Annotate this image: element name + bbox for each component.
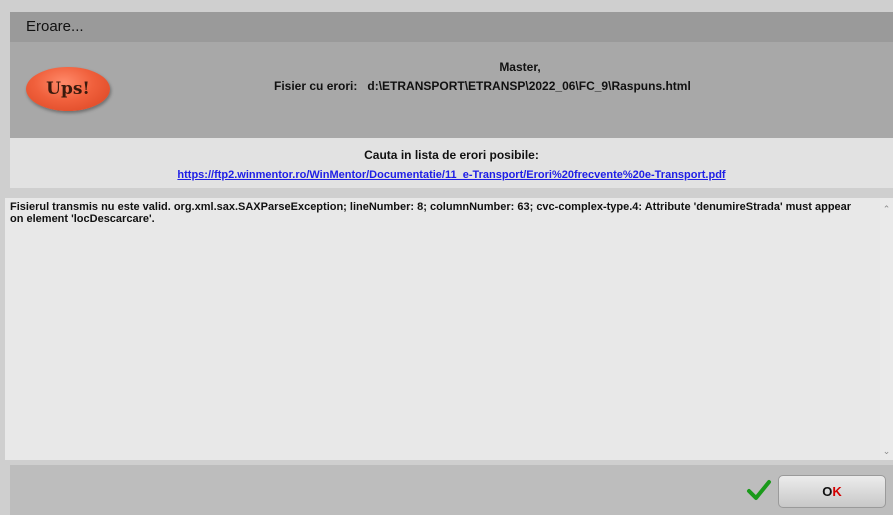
greeting-text: Master, [499,60,541,74]
message-lines: Master, Fisier cu erori: d:\ETRANSPORT\E… [260,60,780,93]
scroll-down-icon[interactable]: ⌄ [880,444,893,458]
footer-bar: OK [10,465,893,515]
ok-button[interactable]: OK [778,475,886,508]
error-dialog: Eroare... Ups! Master, Fisier cu erori: … [0,0,893,515]
error-message-box[interactable]: Fisierul transmis nu este valid. org.xml… [5,198,880,460]
ups-button[interactable]: Ups! [26,67,110,111]
ups-label: Ups! [46,79,90,99]
file-info: Fisier cu erori: d:\ETRANSPORT\ETRANSP\2… [260,79,780,93]
scroll-up-icon[interactable]: ⌃ [880,202,893,216]
vertical-scrollbar[interactable]: ⌃ ⌄ [880,198,893,460]
error-message: Fisierul transmis nu este valid. org.xml… [10,201,852,225]
title-bar: Eroare... [10,12,893,42]
help-section: Cauta in lista de erori posibile: https:… [10,138,893,188]
ok-label-first: O [822,484,833,499]
message-header: Ups! Master, Fisier cu erori: d:\ETRANSP… [10,42,893,138]
green-check-icon [747,480,771,500]
help-link[interactable]: https://ftp2.winmentor.ro/WinMentor/Docu… [10,169,893,181]
help-label: Cauta in lista de erori posibile: [364,148,539,162]
ok-label-second: K [832,484,842,499]
file-path: d:\ETRANSPORT\ETRANSP\2022_06\FC_9\Raspu… [367,79,691,93]
file-label: Fisier cu erori: [274,79,358,93]
window-title: Eroare... [26,18,84,35]
